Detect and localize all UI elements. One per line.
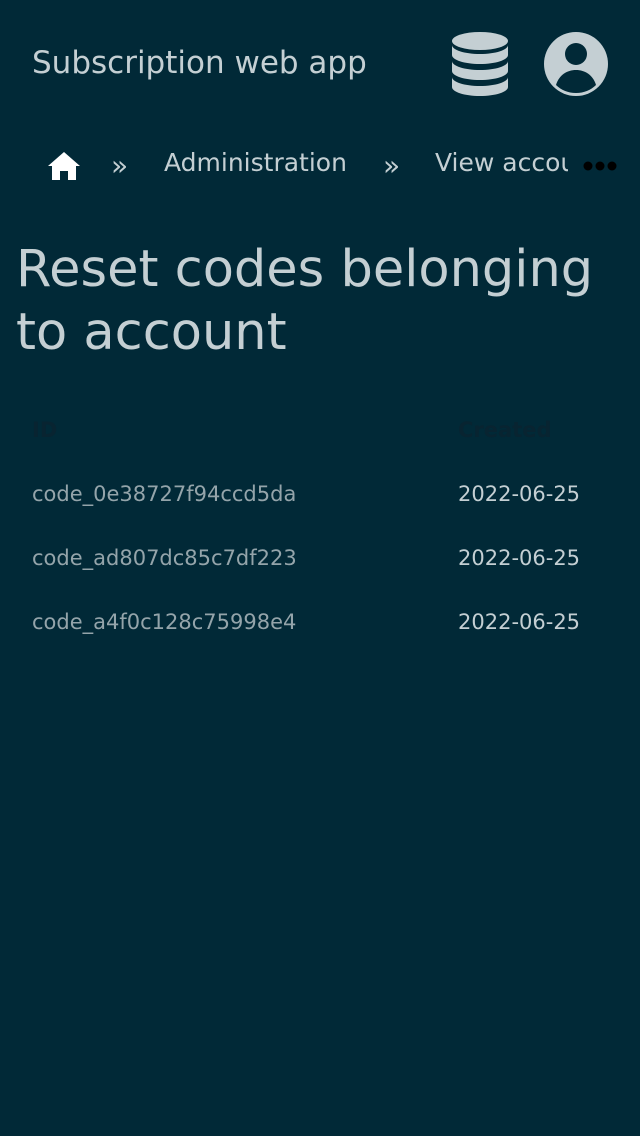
app-header: Subscription web app — [0, 0, 640, 128]
breadcrumb-separator: » — [111, 149, 129, 182]
user-circle-icon[interactable] — [543, 31, 609, 97]
created-date-cell: 2022-06-25 — [458, 610, 581, 634]
code-id-cell[interactable]: code_a4f0c128c75998e4 — [32, 608, 296, 636]
column-header-id[interactable]: ID — [32, 416, 57, 444]
created-date-cell: 2022-06-25 — [458, 482, 581, 506]
code-id-cell[interactable]: code_0e38727f94ccd5da — [32, 480, 296, 508]
table-row[interactable]: code_a4f0c128c75998e4 2022-06-25 — [0, 590, 640, 654]
column-header-created[interactable]: Created — [458, 416, 552, 444]
table-header-row: ID Created — [0, 398, 640, 462]
code-id-cell[interactable]: code_ad807dc85c7df223 — [32, 544, 297, 572]
home-icon[interactable] — [47, 150, 81, 182]
ellipsis-icon[interactable] — [582, 160, 618, 172]
created-date-cell: 2022-06-25 — [458, 546, 581, 570]
breadcrumb-separator: » — [383, 149, 401, 182]
page-title: Reset codes belonging to account — [16, 240, 594, 362]
database-icon[interactable] — [448, 30, 512, 98]
breadcrumb-item-view-account[interactable]: View account — [435, 146, 568, 180]
table-row[interactable]: code_ad807dc85c7df223 2022-06-25 — [0, 526, 640, 590]
breadcrumb-item-administration[interactable]: Administration — [164, 146, 347, 180]
breadcrumb-item-clip: View account — [435, 146, 568, 182]
table-row[interactable]: code_0e38727f94ccd5da 2022-06-25 — [0, 462, 640, 526]
app-title[interactable]: Subscription web app — [32, 43, 367, 83]
